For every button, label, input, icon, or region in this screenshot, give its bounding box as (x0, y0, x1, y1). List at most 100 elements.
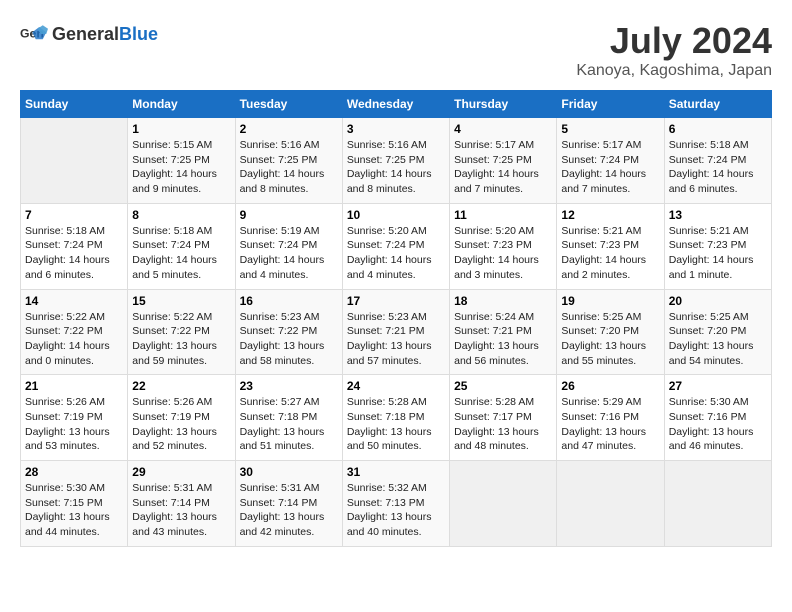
day-info: Sunrise: 5:15 AMSunset: 7:25 PMDaylight:… (132, 138, 230, 197)
logo-general: General (52, 24, 119, 44)
day-info: Sunrise: 5:21 AMSunset: 7:23 PMDaylight:… (669, 224, 767, 283)
day-cell: 11 Sunrise: 5:20 AMSunset: 7:23 PMDayligh… (450, 203, 557, 289)
day-number: 10 (347, 208, 445, 222)
day-info: Sunrise: 5:17 AMSunset: 7:24 PMDaylight:… (561, 138, 659, 197)
day-cell: 24 Sunrise: 5:28 AMSunset: 7:18 PMDayligh… (342, 375, 449, 461)
day-cell: 29 Sunrise: 5:31 AMSunset: 7:14 PMDayligh… (128, 461, 235, 547)
day-cell: 20Sunrise: 5:25 AMSunset: 7:20 PMDayligh… (664, 289, 771, 375)
day-number: 28 (25, 465, 123, 479)
day-number: 22 (132, 379, 230, 393)
day-number: 3 (347, 122, 445, 136)
logo: Gen GeneralBlue (20, 20, 158, 48)
logo-icon: Gen (20, 20, 48, 48)
day-number: 13 (669, 208, 767, 222)
day-cell: 7 Sunrise: 5:18 AMSunset: 7:24 PMDaylight… (21, 203, 128, 289)
day-info: Sunrise: 5:32 AMSunset: 7:13 PMDaylight:… (347, 481, 445, 540)
day-cell: 26Sunrise: 5:29 AMSunset: 7:16 PMDayligh… (557, 375, 664, 461)
day-number: 14 (25, 294, 123, 308)
location-title: Kanoya, Kagoshima, Japan (576, 62, 772, 80)
day-cell: 28Sunrise: 5:30 AMSunset: 7:15 PMDayligh… (21, 461, 128, 547)
day-cell: 13 Sunrise: 5:21 AMSunset: 7:23 PMDayligh… (664, 203, 771, 289)
day-cell: 4Sunrise: 5:17 AMSunset: 7:25 PMDaylight… (450, 118, 557, 204)
month-title: July 2024 (576, 20, 772, 62)
title-area: July 2024 Kanoya, Kagoshima, Japan (576, 20, 772, 80)
day-number: 6 (669, 122, 767, 136)
col-sunday: Sunday (21, 91, 128, 118)
day-info: Sunrise: 5:20 AMSunset: 7:24 PMDaylight:… (347, 224, 445, 283)
day-cell: 3Sunrise: 5:16 AMSunset: 7:25 PMDaylight… (342, 118, 449, 204)
day-cell (450, 461, 557, 547)
day-info: Sunrise: 5:25 AMSunset: 7:20 PMDaylight:… (669, 310, 767, 369)
day-info: Sunrise: 5:30 AMSunset: 7:16 PMDaylight:… (669, 395, 767, 454)
day-cell: 6 Sunrise: 5:18 AMSunset: 7:24 PMDaylight… (664, 118, 771, 204)
col-thursday: Thursday (450, 91, 557, 118)
day-info: Sunrise: 5:21 AMSunset: 7:23 PMDaylight:… (561, 224, 659, 283)
day-number: 18 (454, 294, 552, 308)
day-cell: 16 Sunrise: 5:23 AMSunset: 7:22 PMDayligh… (235, 289, 342, 375)
day-cell (21, 118, 128, 204)
day-number: 25 (454, 379, 552, 393)
day-number: 23 (240, 379, 338, 393)
day-cell: 8 Sunrise: 5:18 AMSunset: 7:24 PMDaylight… (128, 203, 235, 289)
day-info: Sunrise: 5:25 AMSunset: 7:20 PMDaylight:… (561, 310, 659, 369)
day-info: Sunrise: 5:18 AMSunset: 7:24 PMDaylight:… (25, 224, 123, 283)
day-cell: 18Sunrise: 5:24 AMSunset: 7:21 PMDayligh… (450, 289, 557, 375)
day-cell: 14 Sunrise: 5:22 AMSunset: 7:22 PMDayligh… (21, 289, 128, 375)
day-number: 12 (561, 208, 659, 222)
day-number: 15 (132, 294, 230, 308)
week-row-4: 21 Sunrise: 5:26 AMSunset: 7:19 PMDayligh… (21, 375, 772, 461)
day-cell (664, 461, 771, 547)
day-cell: 19 Sunrise: 5:25 AMSunset: 7:20 PMDayligh… (557, 289, 664, 375)
day-info: Sunrise: 5:31 AMSunset: 7:14 PMDaylight:… (132, 481, 230, 540)
day-cell: 1 Sunrise: 5:15 AMSunset: 7:25 PMDaylight… (128, 118, 235, 204)
week-row-5: 28Sunrise: 5:30 AMSunset: 7:15 PMDayligh… (21, 461, 772, 547)
week-row-1: 1 Sunrise: 5:15 AMSunset: 7:25 PMDaylight… (21, 118, 772, 204)
day-cell: 27 Sunrise: 5:30 AMSunset: 7:16 PMDayligh… (664, 375, 771, 461)
day-info: Sunrise: 5:23 AMSunset: 7:21 PMDaylight:… (347, 310, 445, 369)
calendar-header-row: Sunday Monday Tuesday Wednesday Thursday… (21, 91, 772, 118)
page-header: Gen GeneralBlue July 2024 Kanoya, Kagosh… (20, 20, 772, 80)
day-cell: 12 Sunrise: 5:21 AMSunset: 7:23 PMDayligh… (557, 203, 664, 289)
day-cell: 15Sunrise: 5:22 AMSunset: 7:22 PMDayligh… (128, 289, 235, 375)
col-wednesday: Wednesday (342, 91, 449, 118)
day-number: 16 (240, 294, 338, 308)
day-cell: 5Sunrise: 5:17 AMSunset: 7:24 PMDaylight… (557, 118, 664, 204)
day-info: Sunrise: 5:16 AMSunset: 7:25 PMDaylight:… (240, 138, 338, 197)
day-info: Sunrise: 5:20 AMSunset: 7:23 PMDaylight:… (454, 224, 552, 283)
day-info: Sunrise: 5:28 AMSunset: 7:18 PMDaylight:… (347, 395, 445, 454)
week-row-3: 14 Sunrise: 5:22 AMSunset: 7:22 PMDayligh… (21, 289, 772, 375)
day-info: Sunrise: 5:18 AMSunset: 7:24 PMDaylight:… (132, 224, 230, 283)
day-number: 29 (132, 465, 230, 479)
day-number: 26 (561, 379, 659, 393)
day-number: 31 (347, 465, 445, 479)
day-number: 21 (25, 379, 123, 393)
day-info: Sunrise: 5:18 AMSunset: 7:24 PMDaylight:… (669, 138, 767, 197)
day-number: 17 (347, 294, 445, 308)
day-number: 11 (454, 208, 552, 222)
day-number: 2 (240, 122, 338, 136)
day-cell: 9 Sunrise: 5:19 AMSunset: 7:24 PMDaylight… (235, 203, 342, 289)
day-cell: 23 Sunrise: 5:27 AMSunset: 7:18 PMDayligh… (235, 375, 342, 461)
day-number: 24 (347, 379, 445, 393)
col-monday: Monday (128, 91, 235, 118)
day-number: 7 (25, 208, 123, 222)
day-info: Sunrise: 5:23 AMSunset: 7:22 PMDaylight:… (240, 310, 338, 369)
day-cell: 22 Sunrise: 5:26 AMSunset: 7:19 PMDayligh… (128, 375, 235, 461)
day-number: 8 (132, 208, 230, 222)
day-info: Sunrise: 5:19 AMSunset: 7:24 PMDaylight:… (240, 224, 338, 283)
day-info: Sunrise: 5:27 AMSunset: 7:18 PMDaylight:… (240, 395, 338, 454)
col-friday: Friday (557, 91, 664, 118)
day-info: Sunrise: 5:22 AMSunset: 7:22 PMDaylight:… (25, 310, 123, 369)
day-number: 27 (669, 379, 767, 393)
calendar-table: Sunday Monday Tuesday Wednesday Thursday… (20, 90, 772, 547)
day-number: 19 (561, 294, 659, 308)
day-number: 4 (454, 122, 552, 136)
day-info: Sunrise: 5:26 AMSunset: 7:19 PMDaylight:… (132, 395, 230, 454)
day-cell: 2 Sunrise: 5:16 AMSunset: 7:25 PMDaylight… (235, 118, 342, 204)
day-number: 9 (240, 208, 338, 222)
week-row-2: 7 Sunrise: 5:18 AMSunset: 7:24 PMDaylight… (21, 203, 772, 289)
day-cell: 25 Sunrise: 5:28 AMSunset: 7:17 PMDayligh… (450, 375, 557, 461)
logo-text-area: GeneralBlue (52, 24, 158, 45)
day-number: 1 (132, 122, 230, 136)
day-info: Sunrise: 5:28 AMSunset: 7:17 PMDaylight:… (454, 395, 552, 454)
